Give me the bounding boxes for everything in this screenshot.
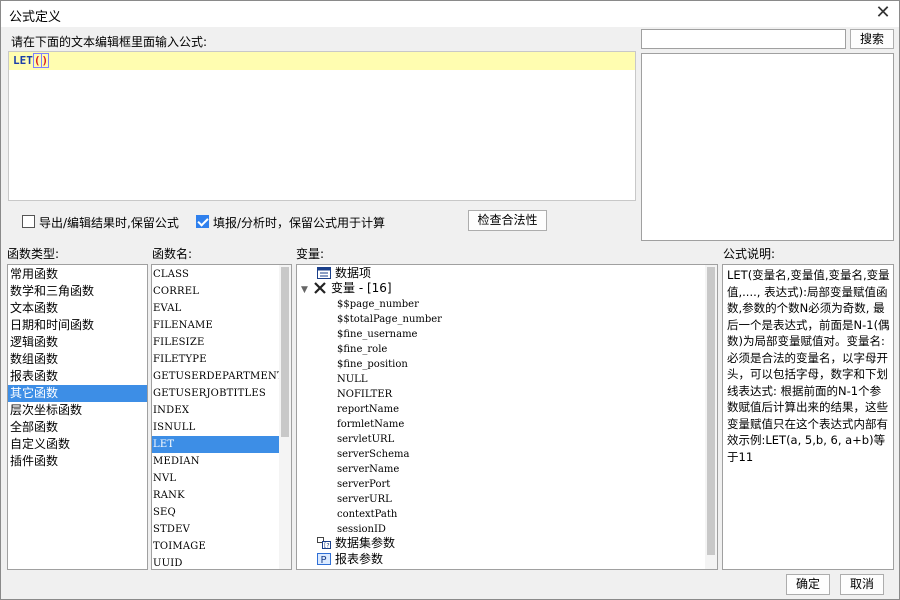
close-button[interactable]: ✕ xyxy=(873,3,893,23)
function-names-list[interactable]: CLASS CORREL EVAL FILENAME FILESIZE FILETYPE G… xyxy=(151,264,292,570)
function-name-item[interactable]: FILENAME xyxy=(152,317,291,334)
function-names-scrollbar[interactable] xyxy=(279,265,291,569)
function-name-item[interactable]: SEQ xyxy=(152,504,291,521)
export-keep-formula-checkbox[interactable] xyxy=(22,215,35,228)
close-icon: ✕ xyxy=(875,2,891,23)
function-name-item[interactable]: LET xyxy=(152,436,279,453)
function-type-item[interactable]: 文本函数 xyxy=(8,300,147,317)
function-name-item[interactable]: FILETYPE xyxy=(152,351,291,368)
function-name-item[interactable]: MEDIAN xyxy=(152,453,291,470)
function-type-item[interactable]: 数组函数 xyxy=(8,351,147,368)
function-name-item[interactable]: EVAL xyxy=(152,300,291,317)
export-keep-formula-label: 导出/编辑结果时,保留公式 xyxy=(39,216,179,230)
variable-item[interactable]: $fine_role xyxy=(337,342,387,357)
function-name-item[interactable]: GETUSERDEPARTMENTS xyxy=(152,368,291,385)
variables-header: 变量: xyxy=(296,247,325,261)
function-names-scroll-thumb[interactable] xyxy=(281,267,289,437)
formula-dialog: 公式定义 ✕ 请在下面的文本编辑框里面输入公式: LET() 搜索 导出/编辑结… xyxy=(0,0,900,600)
variable-item[interactable]: $fine_username xyxy=(337,327,417,342)
formula-text: LET() xyxy=(13,53,50,68)
variable-item[interactable]: $$page_number xyxy=(337,297,419,312)
search-button[interactable]: 搜索 xyxy=(850,29,894,49)
function-types-header: 函数类型: xyxy=(7,247,60,261)
description-text: LET(变量名,变量值,变量名,变量值,...., 表达式):局部变量赋值函数,… xyxy=(727,268,890,464)
function-type-item[interactable]: 层次坐标函数 xyxy=(8,402,147,419)
variable-item[interactable]: NOFILTER xyxy=(337,387,392,402)
formula-open-paren: ( xyxy=(32,53,42,68)
variable-x-icon xyxy=(314,282,326,294)
function-type-item[interactable]: 插件函数 xyxy=(8,453,147,470)
tree-node-dataset-params-label: 数据集参数 xyxy=(335,536,396,550)
function-name-item[interactable]: RANK xyxy=(152,487,291,504)
tree-node-data-items-label: 数据项 xyxy=(335,266,372,280)
function-type-item[interactable]: 报表函数 xyxy=(8,368,147,385)
variable-item[interactable]: serverName xyxy=(337,462,399,477)
tree-node-report-params[interactable]: P 报表参数 xyxy=(317,552,383,567)
tree-node-dataset-params[interactable]: [?] 数据集参数 xyxy=(317,536,395,551)
function-type-item[interactable]: 其它函数 xyxy=(8,385,147,402)
variable-item[interactable]: servletURL xyxy=(337,432,394,447)
function-name-item[interactable]: INDEX xyxy=(152,402,291,419)
search-input[interactable] xyxy=(641,29,846,49)
function-name-item[interactable]: GETUSERJOBTITLES xyxy=(152,385,291,402)
function-type-item[interactable]: 常用函数 xyxy=(8,266,147,283)
variable-item[interactable]: serverPort xyxy=(337,477,390,492)
formula-close-paren: ) xyxy=(41,53,50,68)
function-name-item[interactable]: UUID xyxy=(152,555,291,569)
description-panel: LET(变量名,变量值,变量名,变量值,...., 表达式):局部变量赋值函数,… xyxy=(722,264,894,570)
current-line-highlight xyxy=(9,52,635,70)
variable-item[interactable]: contextPath xyxy=(337,507,397,522)
function-name-item[interactable]: ISNULL xyxy=(152,419,291,436)
tree-node-variables[interactable]: ▼ 变量 - [16] xyxy=(301,281,392,296)
variable-item[interactable]: NULL xyxy=(337,372,367,387)
fill-keep-formula-checkbox[interactable] xyxy=(196,215,209,228)
function-name-item[interactable]: TOIMAGE xyxy=(152,538,291,555)
function-type-item[interactable]: 自定义函数 xyxy=(8,436,147,453)
report-params-icon: P xyxy=(317,553,331,565)
variable-item[interactable]: $fine_position xyxy=(337,357,408,372)
variable-item[interactable]: reportName xyxy=(337,402,399,417)
function-names-header: 函数名: xyxy=(152,247,193,261)
tree-node-report-params-label: 报表参数 xyxy=(335,552,384,566)
variable-item[interactable]: sessionID xyxy=(337,522,386,537)
tree-node-variables-label: 变量 - [16] xyxy=(331,281,392,295)
function-name-item[interactable]: CLASS xyxy=(152,266,291,283)
function-name-item[interactable]: NVL xyxy=(152,470,291,487)
chevron-down-icon[interactable]: ▼ xyxy=(301,283,313,298)
function-type-item[interactable]: 全部函数 xyxy=(8,419,147,436)
editor-label: 请在下面的文本编辑框里面输入公式: xyxy=(11,35,208,49)
search-results-panel[interactable] xyxy=(641,53,894,241)
variables-scroll-thumb[interactable] xyxy=(707,267,715,555)
tree-node-data-items[interactable]: 数据项 xyxy=(317,266,371,281)
ok-button[interactable]: 确定 xyxy=(786,574,830,595)
svg-text:[?]: [?] xyxy=(324,543,331,550)
function-type-item[interactable]: 日期和时间函数 xyxy=(8,317,147,334)
check-validity-button[interactable]: 检查合法性 xyxy=(468,210,547,231)
function-name-item[interactable]: CORREL xyxy=(152,283,291,300)
formula-editor[interactable]: LET() xyxy=(8,51,636,201)
description-header: 公式说明: xyxy=(723,247,776,261)
variable-item[interactable]: serverURL xyxy=(337,492,392,507)
function-type-item[interactable]: 逻辑函数 xyxy=(8,334,147,351)
variable-item[interactable]: formletName xyxy=(337,417,404,432)
variables-scrollbar[interactable] xyxy=(705,265,717,569)
variable-item[interactable]: serverSchema xyxy=(337,447,409,462)
dataset-params-icon: [?] xyxy=(317,537,331,549)
function-types-list[interactable]: 常用函数 数学和三角函数 文本函数 日期和时间函数 逻辑函数 数组函数 报表函数 其它函数 层次… xyxy=(7,264,148,570)
table-icon xyxy=(317,267,331,279)
function-name-item[interactable]: STDEV xyxy=(152,521,291,538)
variables-tree[interactable]: 数据项 ▼ 变量 - [16] $$page_number $$totalPage_… xyxy=(296,264,718,570)
title-bar: 公式定义 ✕ xyxy=(1,1,899,27)
cancel-button[interactable]: 取消 xyxy=(840,574,884,595)
variable-item[interactable]: $$totalPage_number xyxy=(337,312,442,327)
fill-keep-formula-label: 填报/分析时，保留公式用于计算 xyxy=(213,216,386,230)
function-type-item[interactable]: 数学和三角函数 xyxy=(8,283,147,300)
svg-text:P: P xyxy=(321,555,327,565)
function-name-item[interactable]: FILESIZE xyxy=(152,334,291,351)
formula-keyword: LET xyxy=(13,54,33,67)
dialog-title: 公式定义 xyxy=(9,10,62,25)
